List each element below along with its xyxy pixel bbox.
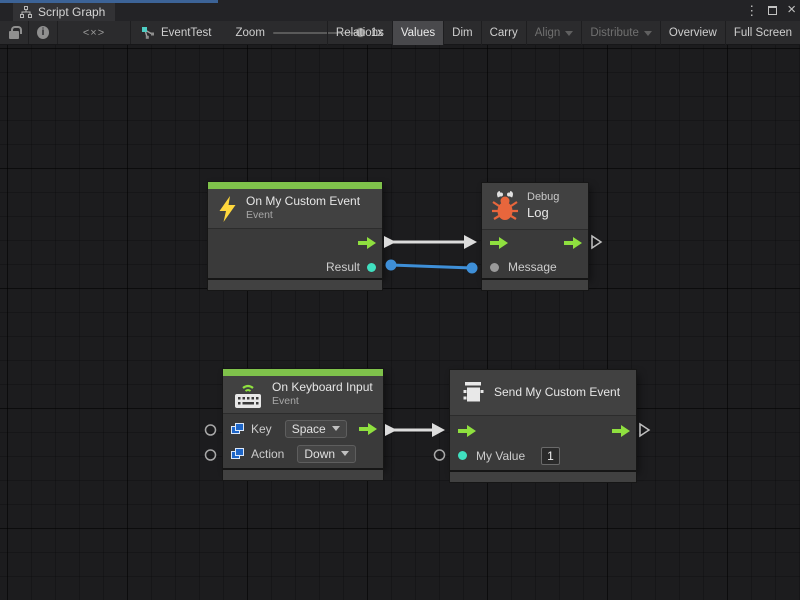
relations-button[interactable]: Relations xyxy=(328,21,392,45)
enum-icon xyxy=(231,448,244,460)
node-title: On My Custom Event xyxy=(246,194,360,209)
tab-title: Script Graph xyxy=(38,5,105,19)
distribute-label: Distribute xyxy=(590,27,639,39)
node-category: Debug xyxy=(527,191,559,205)
maximize-icon[interactable] xyxy=(768,6,777,15)
lightning-bolt-icon xyxy=(218,196,237,222)
code-icon: <×> xyxy=(83,27,105,39)
overview-button[interactable]: Overview xyxy=(661,21,725,45)
node-title: Send My Custom Event xyxy=(494,385,620,400)
value-input-port[interactable] xyxy=(458,451,467,460)
node-on-my-custom-event[interactable]: On My Custom Event Event Result xyxy=(208,182,382,290)
node-footer xyxy=(223,470,383,480)
chevron-down-icon xyxy=(565,31,573,36)
action-dropdown[interactable]: Down xyxy=(297,445,356,463)
keyboard-icon xyxy=(233,381,263,409)
node-title: On Keyboard Input xyxy=(272,380,373,395)
port-label-action: Action xyxy=(251,447,284,461)
event-accent-strip xyxy=(208,182,382,189)
chevron-down-icon xyxy=(341,451,349,456)
node-on-keyboard-input[interactable]: On Keyboard Input Event Key Space xyxy=(223,369,383,480)
close-icon[interactable]: × xyxy=(787,2,796,17)
graph-name: EventTest xyxy=(161,27,212,39)
port-label-message: Message xyxy=(508,260,557,274)
control-output-port[interactable] xyxy=(358,237,376,249)
node-subtitle: Event xyxy=(272,395,373,408)
custom-event-icon xyxy=(460,380,485,406)
node-title: Log xyxy=(527,205,559,221)
title-bar: Script Graph ⋮ × xyxy=(0,0,800,21)
node-footer xyxy=(450,472,636,482)
value-output-port[interactable] xyxy=(367,263,376,272)
lock-icon xyxy=(9,31,19,39)
lock-button[interactable] xyxy=(0,21,28,44)
value-input-port[interactable] xyxy=(490,263,499,272)
window-menu-icon[interactable]: ⋮ xyxy=(745,4,758,17)
control-output-port[interactable] xyxy=(564,237,582,249)
chevron-down-icon xyxy=(332,426,340,431)
control-output-port[interactable] xyxy=(359,423,377,435)
graph-canvas[interactable] xyxy=(0,45,800,600)
graph-toolbar: i <×> EventTest Zoom 1x Relations xyxy=(0,21,800,45)
graph-hierarchy-icon xyxy=(20,6,32,18)
node-debug-log[interactable]: Debug Log Message xyxy=(482,183,588,290)
control-input-port[interactable] xyxy=(458,425,476,437)
node-send-my-custom-event[interactable]: Send My Custom Event My Value 1 xyxy=(450,370,636,482)
script-graph-window: Script Graph ⋮ × i <×> EventTe xyxy=(0,0,800,600)
graph-breadcrumb-icon xyxy=(141,26,155,39)
breadcrumb[interactable]: EventTest xyxy=(131,21,222,44)
tab-script-graph[interactable]: Script Graph xyxy=(13,3,115,21)
carry-button[interactable]: Carry xyxy=(482,21,526,45)
event-accent-strip xyxy=(223,369,383,376)
align-dropdown[interactable]: Align xyxy=(527,21,582,45)
full-screen-button[interactable]: Full Screen xyxy=(726,21,800,45)
port-label-result: Result xyxy=(326,260,360,274)
values-button[interactable]: Values xyxy=(393,21,443,45)
distribute-dropdown[interactable]: Distribute xyxy=(582,21,660,45)
node-footer xyxy=(208,280,382,290)
my-value-input[interactable]: 1 xyxy=(541,447,560,465)
key-dropdown[interactable]: Space xyxy=(285,420,347,438)
action-dropdown-value: Down xyxy=(304,447,335,461)
port-label-my-value: My Value xyxy=(476,449,525,463)
bug-icon xyxy=(492,191,518,221)
enum-icon xyxy=(231,423,244,435)
csharp-preview-button[interactable]: <×> xyxy=(58,21,130,44)
zoom-label: Zoom xyxy=(236,27,265,39)
port-label-key: Key xyxy=(251,422,272,436)
inspect-button[interactable]: i xyxy=(29,21,57,44)
control-input-port[interactable] xyxy=(490,237,508,249)
align-label: Align xyxy=(535,27,561,39)
info-icon: i xyxy=(37,26,49,39)
node-footer xyxy=(482,280,588,290)
chevron-down-icon xyxy=(644,31,652,36)
dim-button[interactable]: Dim xyxy=(444,21,480,45)
node-subtitle: Event xyxy=(246,209,360,222)
key-dropdown-value: Space xyxy=(292,422,326,436)
control-output-port[interactable] xyxy=(612,425,630,437)
